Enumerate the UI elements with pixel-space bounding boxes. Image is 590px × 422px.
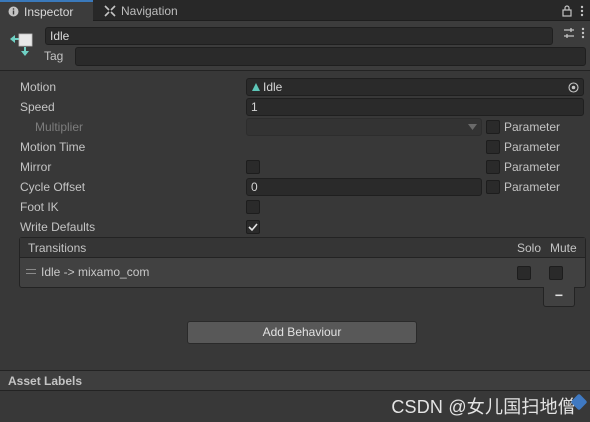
kebab-menu-icon[interactable] — [581, 27, 585, 39]
parameter-label: Parameter — [504, 160, 561, 174]
speed-label: Speed — [20, 100, 55, 114]
transitions-title: Transitions — [28, 241, 87, 255]
write-defaults-row: Write Defaults — [0, 217, 590, 237]
tab-bar: Inspector Navigation — [0, 0, 590, 21]
foot-ik-label: Foot IK — [20, 200, 59, 214]
tab-inspector-label: Inspector — [24, 4, 74, 19]
add-behaviour-button[interactable]: Add Behaviour — [187, 321, 417, 344]
checkmark-icon — [248, 223, 258, 232]
cycle-offset-label: Cycle Offset — [20, 180, 86, 194]
navigation-icon — [104, 4, 116, 17]
preset-icon[interactable] — [563, 27, 575, 39]
transition-mute-checkbox[interactable] — [549, 266, 563, 280]
mirror-checkbox[interactable] — [246, 160, 260, 174]
transition-solo-checkbox[interactable] — [517, 266, 531, 280]
tab-navigation-label: Navigation — [121, 3, 178, 18]
motion-time-label: Motion Time — [20, 140, 86, 154]
multiplier-dropdown — [246, 118, 482, 136]
lock-icon[interactable] — [562, 4, 572, 17]
tag-label: Tag — [44, 49, 64, 63]
transitions-list: Transitions Solo Mute Idle -> mixamo_com — [19, 237, 586, 288]
list-item[interactable]: Idle -> mixamo_com — [20, 258, 585, 287]
write-defaults-label: Write Defaults — [20, 220, 96, 234]
speed-row: Speed 1 — [0, 97, 590, 117]
object-picker-icon[interactable] — [568, 82, 579, 93]
motion-object-field[interactable]: Idle — [246, 78, 584, 96]
motion-time-row: Motion Time Parameter — [0, 137, 590, 157]
parameter-label: Parameter — [504, 180, 561, 194]
parameter-label: Parameter — [504, 140, 561, 154]
multiplier-label: Multiplier — [35, 120, 84, 134]
write-defaults-checkbox[interactable] — [246, 220, 260, 234]
tag-dropdown[interactable] — [75, 47, 586, 66]
multiplier-parameter-checkbox[interactable] — [486, 120, 500, 134]
parameter-label: Parameter — [504, 120, 561, 134]
cycle-offset-parameter-checkbox[interactable] — [486, 180, 500, 194]
drag-handle-icon[interactable] — [26, 269, 36, 274]
transitions-header: Transitions Solo Mute — [20, 238, 585, 258]
motion-value: Idle — [263, 80, 283, 94]
mirror-parameter-checkbox[interactable] — [486, 160, 500, 174]
mirror-row: Mirror Parameter — [0, 157, 590, 177]
asset-labels-header[interactable]: Asset Labels — [0, 370, 590, 391]
tab-inspector[interactable]: Inspector — [0, 0, 93, 21]
asset-labels-title: Asset Labels — [8, 374, 83, 388]
mirror-label: Mirror — [20, 160, 52, 174]
motion-time-parameter-checkbox[interactable] — [486, 140, 500, 154]
transition-name: Idle -> mixamo_com — [41, 265, 150, 279]
foot-ik-checkbox[interactable] — [246, 200, 260, 214]
speed-input[interactable]: 1 — [246, 98, 584, 116]
remove-transition-button[interactable]: − — [543, 287, 575, 307]
motion-row: Motion Idle — [0, 77, 590, 97]
tab-navigation[interactable]: Navigation — [96, 0, 186, 21]
chevron-down-icon — [468, 124, 477, 130]
foot-ik-row: Foot IK — [0, 197, 590, 217]
motion-clip-icon — [252, 83, 260, 91]
motion-label: Motion — [20, 80, 57, 94]
watermark: CSDN @女儿国扫地僧 — [391, 397, 576, 417]
state-name-input[interactable]: Idle — [45, 27, 553, 45]
inspector-header: Idle Tag — [0, 21, 590, 71]
animator-state-icon — [10, 33, 33, 56]
info-icon — [8, 6, 19, 17]
cycle-offset-input[interactable]: 0 — [246, 178, 482, 196]
solo-column-label: Solo — [517, 241, 542, 255]
cycle-offset-row: Cycle Offset 0 Parameter — [0, 177, 590, 197]
mute-column-label: Mute — [550, 241, 577, 255]
multiplier-row: Multiplier Parameter — [0, 117, 590, 137]
kebab-menu-icon[interactable] — [580, 5, 584, 17]
